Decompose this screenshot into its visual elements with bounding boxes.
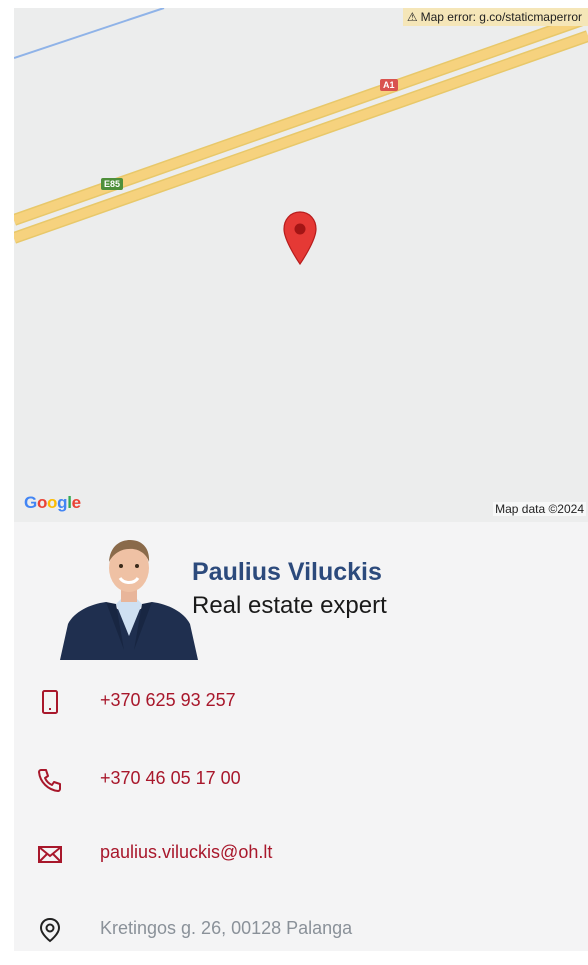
map-data-attribution[interactable]: Map data ©2024: [493, 502, 586, 516]
google-logo-letter: G: [24, 493, 37, 512]
google-logo-letter: e: [71, 493, 81, 512]
mobile-number-link[interactable]: +370 625 93 257: [100, 690, 236, 711]
google-logo-letter: g: [57, 493, 68, 512]
agent-header: Paulius Viluckis Real estate expert: [14, 522, 588, 672]
phone-number-link[interactable]: +370 46 05 17 00: [100, 768, 241, 789]
contact-mobile: +370 625 93 257: [14, 682, 588, 722]
google-logo-letter: o: [47, 493, 58, 512]
agent-role: Real estate expert: [192, 592, 387, 619]
contact-address: Kretingos g. 26, 00128 Palanga: [14, 910, 588, 950]
email-link[interactable]: paulius.viluckis@oh.lt: [100, 842, 272, 863]
contact-email: paulius.viluckis@oh.lt: [14, 834, 588, 874]
agent-photo: [60, 532, 198, 660]
map-error-banner[interactable]: ⚠ Map error: g.co/staticmaperror: [402, 8, 588, 26]
road-shield-e85: E85: [101, 178, 124, 190]
map-error-text: Map error: g.co/staticmaperror: [420, 10, 582, 24]
google-logo-letter: o: [36, 493, 48, 512]
mobile-phone-icon: [42, 690, 58, 714]
address-text: Kretingos g. 26, 00128 Palanga: [100, 918, 353, 938]
envelope-icon: [38, 846, 62, 863]
road-shield-a1: A1: [380, 79, 398, 91]
highway-a1: [14, 13, 588, 225]
location-pin-icon: [39, 917, 61, 943]
warning-icon: ⚠: [406, 10, 418, 24]
google-logo: Google: [24, 493, 81, 513]
agent-portrait: [60, 540, 198, 660]
waterway-line: [14, 8, 165, 59]
agent-card: ⚠ Map error: g.co/staticmaperror A1 E85 G…: [14, 8, 588, 951]
phone-icon: [38, 769, 61, 792]
contact-phone: +370 46 05 17 00: [14, 760, 588, 800]
highway-e85: [14, 31, 588, 243]
map-marker-icon[interactable]: [282, 210, 318, 266]
static-map[interactable]: ⚠ Map error: g.co/staticmaperror A1 E85 G…: [14, 8, 588, 522]
agent-name: Paulius Viluckis: [192, 558, 382, 586]
